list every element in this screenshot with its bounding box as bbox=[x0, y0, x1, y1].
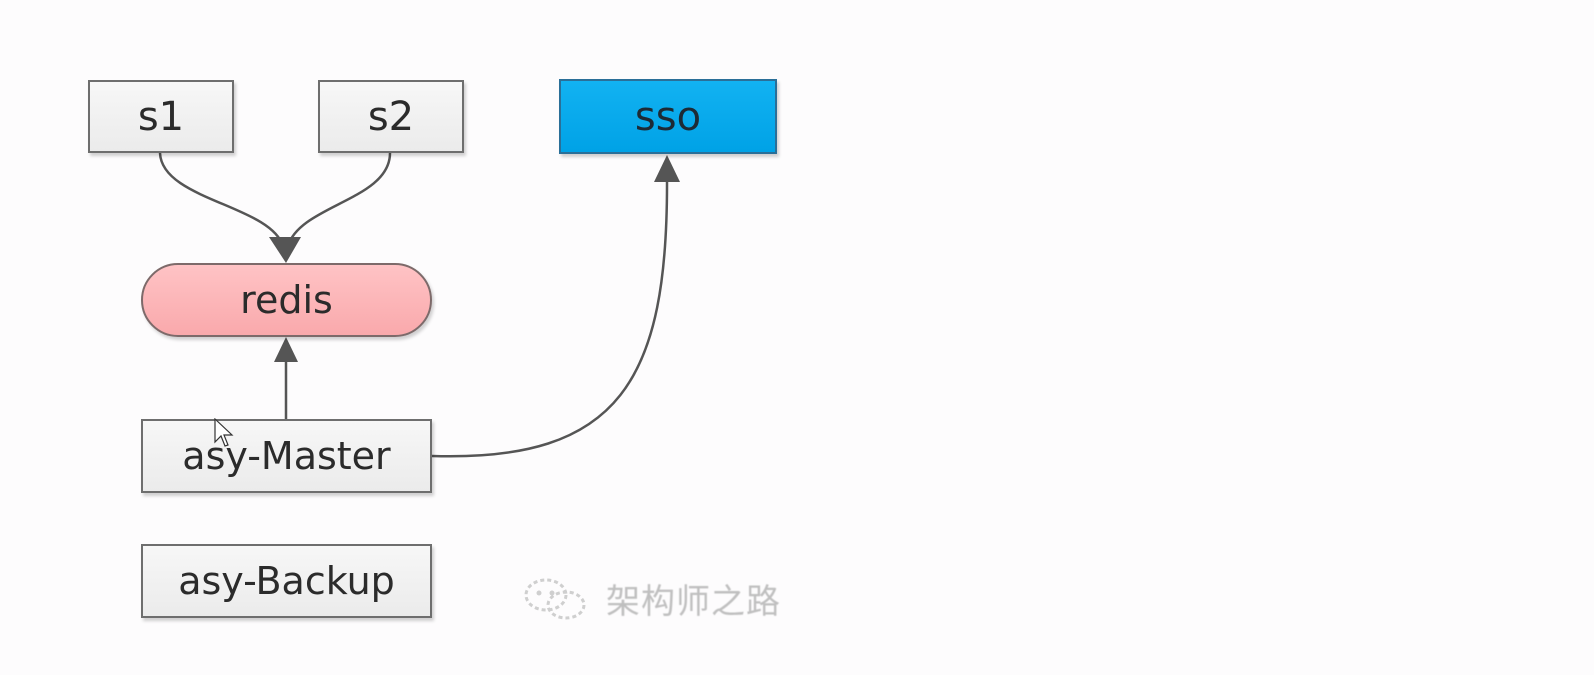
edge-redis-arrowhead bbox=[269, 237, 301, 263]
watermark-text: 架构师之路 bbox=[606, 582, 781, 622]
edge-master-sso bbox=[431, 177, 669, 458]
edge-s2-redis bbox=[286, 152, 392, 247]
edge-s1-redis bbox=[158, 152, 285, 247]
node-s2-label: s2 bbox=[367, 93, 415, 140]
node-sso: sso bbox=[559, 79, 777, 154]
node-redis: redis bbox=[141, 263, 432, 337]
node-asy-backup: asy-Backup bbox=[141, 544, 432, 618]
node-asy-backup-label: asy-Backup bbox=[178, 559, 395, 603]
node-s1: s1 bbox=[88, 80, 234, 153]
node-sso-label: sso bbox=[634, 93, 702, 140]
node-redis-label: redis bbox=[240, 278, 333, 322]
edge-master-sso-arrowhead bbox=[654, 155, 680, 182]
chat-bubbles-icon bbox=[524, 578, 586, 619]
diagram-canvas: s1 s2 sso redis asy-Master asy-Backup 架构… bbox=[0, 0, 1594, 675]
mouse-cursor-icon bbox=[214, 418, 234, 447]
edge-master-redis-arrowhead bbox=[274, 337, 298, 362]
watermark: 架构师之路 bbox=[522, 574, 781, 623]
node-asy-master: asy-Master bbox=[141, 419, 432, 493]
node-s1-label: s1 bbox=[137, 93, 185, 140]
node-s2: s2 bbox=[318, 80, 464, 153]
